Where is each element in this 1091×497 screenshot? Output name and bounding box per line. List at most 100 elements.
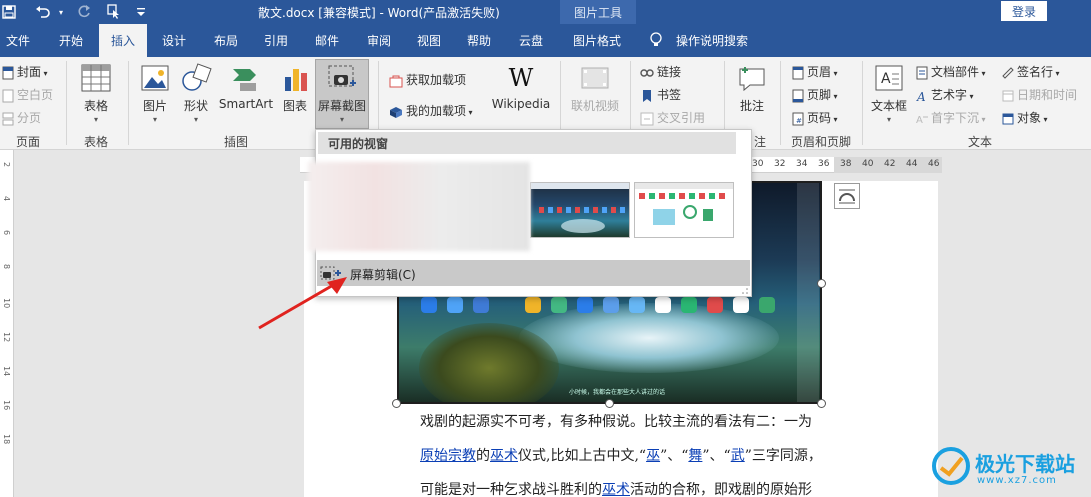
online-video-button[interactable]: 联机视频: [566, 63, 624, 114]
save-icon[interactable]: [0, 0, 18, 24]
group-label-tables: 表格: [83, 135, 108, 149]
customize-icon[interactable]: [134, 0, 148, 24]
page-break-button[interactable]: 分页: [2, 109, 41, 126]
screen-clipping-item[interactable]: 屏幕剪辑(C): [317, 260, 750, 286]
dropcap-button[interactable]: A 首字下沉 ▾: [916, 109, 986, 126]
tab-references[interactable]: 引用: [254, 24, 298, 57]
signature-line-label: 签名行: [1017, 65, 1054, 79]
get-addins-label: 获取加载项: [406, 73, 467, 87]
tab-file[interactable]: 文件: [0, 24, 36, 57]
screenshot-button-content[interactable]: 屏幕截图 ▾: [315, 63, 369, 124]
available-windows-header: 可用的视窗: [318, 132, 736, 154]
resize-handle[interactable]: [817, 279, 826, 288]
wordart-icon: A: [916, 90, 926, 103]
tab-picture-format[interactable]: 图片格式: [564, 24, 630, 57]
link-text[interactable]: 原始宗教: [420, 448, 476, 464]
ribbon-tabs: 文件 开始 插入 设计 布局 引用 邮件 审阅 视图 帮助 云盘 图片格式 操作…: [0, 24, 1091, 57]
tab-view[interactable]: 视图: [407, 24, 451, 57]
header-button[interactable]: 页眉 ▾: [792, 63, 838, 80]
object-button[interactable]: 对象 ▾: [1002, 109, 1048, 126]
tab-mailings[interactable]: 邮件: [305, 24, 349, 57]
window-thumbnail[interactable]: [634, 182, 734, 238]
tab-help[interactable]: 帮助: [457, 24, 501, 57]
window-thumbnail[interactable]: [530, 182, 630, 238]
undo-dropdown-icon[interactable]: ▾: [56, 0, 66, 24]
link-text[interactable]: 巫术: [602, 482, 630, 497]
footer-button[interactable]: 页脚 ▾: [792, 86, 838, 103]
bookmark-button[interactable]: 书签: [640, 86, 681, 103]
app-icon: [629, 297, 645, 313]
tab-cloud[interactable]: 云盘: [509, 24, 553, 57]
tab-review[interactable]: 审阅: [357, 24, 401, 57]
blurred-window-thumbnail[interactable]: [308, 162, 530, 251]
group-label-header-footer: 页眉和页脚: [790, 135, 851, 149]
redo-icon[interactable]: [74, 0, 94, 24]
layout-options-icon: [839, 189, 855, 204]
link-text[interactable]: 巫: [646, 448, 660, 464]
ruler-tick: 44: [906, 159, 918, 169]
touch-mode-icon[interactable]: [104, 0, 124, 24]
resize-handle[interactable]: [392, 399, 401, 408]
paragraph-line-3: 可能是对一种乞求战斗胜利的巫术活动的合称，即戏剧的原始形: [420, 479, 812, 497]
my-addins-label: 我的加载项: [406, 104, 467, 118]
wikipedia-button[interactable]: W Wikipedia: [488, 63, 554, 111]
plain-text: 仪式,比如上古中文,“: [518, 448, 647, 464]
plain-text: ”三字同源，: [744, 448, 822, 464]
tab-insert[interactable]: 插入: [99, 24, 147, 57]
document-title: 散文.docx [兼容模式] - Word(产品激活失败): [258, 6, 500, 20]
tab-layout[interactable]: 布局: [204, 24, 248, 57]
image-foliage-region: [419, 323, 559, 402]
wikipedia-label: Wikipedia: [491, 97, 551, 111]
picture-icon: [139, 63, 171, 93]
pictures-button[interactable]: 图片 ▾: [138, 63, 172, 124]
wordart-label: 艺术字: [931, 88, 968, 102]
tell-me-search[interactable]: 操作说明搜索: [672, 24, 752, 57]
login-button[interactable]: 登录: [1001, 1, 1047, 21]
chart-button[interactable]: 图表: [280, 63, 310, 114]
app-icon: [681, 297, 697, 313]
app-icon: [733, 297, 749, 313]
cover-page-button[interactable]: 封面 ▾: [2, 63, 48, 80]
footer-icon: [792, 89, 804, 102]
cross-reference-button[interactable]: 交叉引用: [640, 109, 705, 126]
link-text[interactable]: 舞: [688, 448, 702, 464]
comment-icon: [736, 63, 768, 93]
table-button[interactable]: 表格 ▾: [76, 63, 116, 124]
header-label: 页眉: [807, 65, 832, 79]
app-icon: [473, 297, 489, 313]
wordart-button[interactable]: A 艺术字 ▾: [916, 86, 974, 103]
shapes-button[interactable]: 形状 ▾: [178, 63, 214, 124]
page-number-button[interactable]: # 页码 ▾: [792, 109, 838, 126]
thumbnail-content: [703, 209, 713, 221]
quick-parts-button[interactable]: 文档部件 ▾: [916, 63, 986, 80]
my-addins-button[interactable]: 我的加载项 ▾: [389, 102, 473, 119]
app-icon: [551, 297, 567, 313]
vruler-tick: 4: [2, 196, 11, 202]
tab-design[interactable]: 设计: [152, 24, 196, 57]
vruler-tick: 2: [2, 162, 11, 168]
resize-grip-icon[interactable]: [741, 287, 749, 295]
link-text[interactable]: 巫术: [490, 448, 518, 464]
tab-home[interactable]: 开始: [50, 24, 92, 57]
page-break-label: 分页: [17, 111, 42, 125]
resize-handle[interactable]: [817, 399, 826, 408]
shapes-icon: [180, 63, 212, 93]
get-addins-button[interactable]: 获取加载项: [389, 71, 466, 88]
plain-text: ”、“: [660, 448, 689, 464]
title-bar: ▾ 散文.docx [兼容模式] - Word(产品激活失败) 图片工具 登录: [0, 0, 1091, 24]
signature-line-button[interactable]: 签名行 ▾: [1002, 63, 1060, 80]
ruler-tick: 36: [818, 159, 830, 169]
link-text[interactable]: 武: [731, 448, 745, 464]
blank-page-button[interactable]: 空白页: [2, 86, 53, 103]
textbox-button[interactable]: A 文本框 ▾: [868, 63, 910, 124]
ruler-tick: 40: [862, 159, 874, 169]
resize-handle[interactable]: [605, 399, 614, 408]
smartart-button[interactable]: SmartArt: [218, 63, 274, 111]
link-button[interactable]: 链接: [640, 63, 681, 80]
layout-options-button[interactable]: [834, 183, 860, 209]
link-icon: [640, 68, 654, 77]
datetime-button[interactable]: 日期和时间: [1002, 86, 1077, 103]
comment-button[interactable]: 批注: [732, 63, 772, 114]
blank-page-label: 空白页: [17, 88, 54, 102]
undo-icon[interactable]: [32, 0, 54, 24]
